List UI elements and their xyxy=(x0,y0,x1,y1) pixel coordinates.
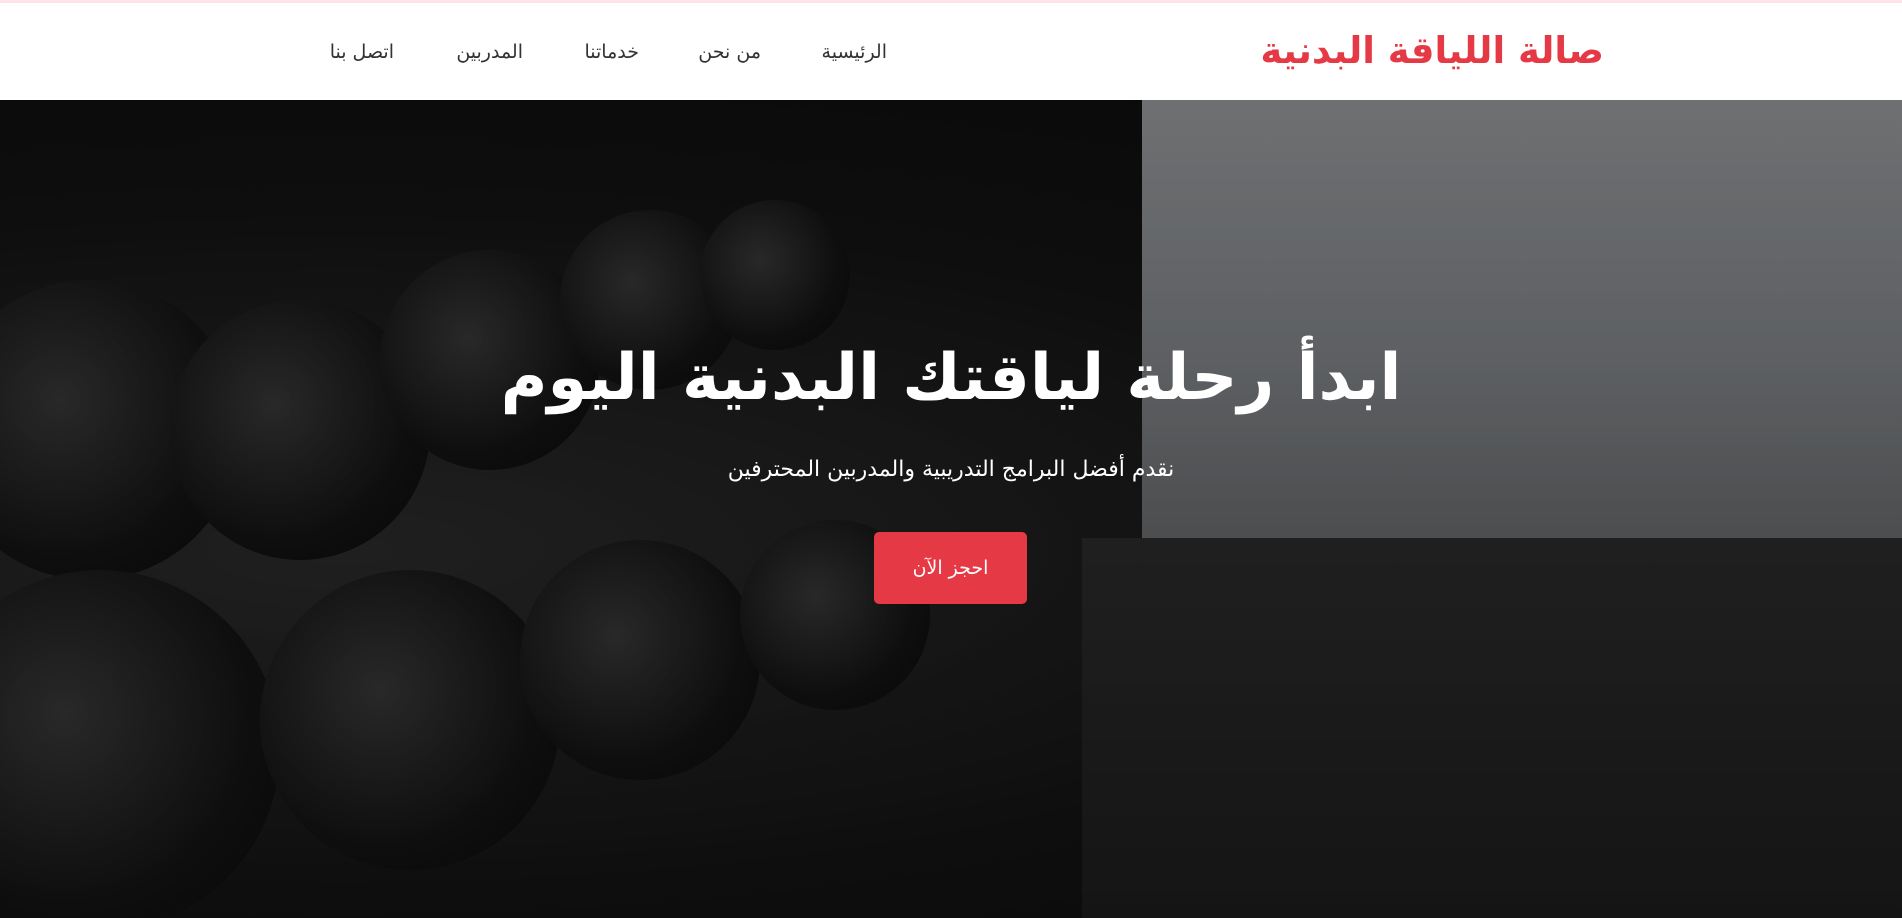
hero-dark-overlay xyxy=(0,100,1902,918)
navbar: صالة اللياقة البدنية الرئيسية من نحن خدم… xyxy=(0,3,1902,100)
nav-link-contact[interactable]: اتصل بنا xyxy=(330,41,394,64)
hero-section: ابدأ رحلة لياقتك البدنية اليوم نقدم أفضل… xyxy=(0,100,1902,918)
nav-menu: الرئيسية من نحن خدماتنا المدربين اتصل بن… xyxy=(0,41,1902,71)
nav-link-home[interactable]: الرئيسية xyxy=(822,41,887,64)
nav-link-about[interactable]: من نحن xyxy=(698,41,761,64)
nav-link-services[interactable]: خدماتنا xyxy=(585,41,640,64)
hero-subtitle: نقدم أفضل البرامج التدريبية والمدربين ال… xyxy=(727,457,1175,482)
hero-title: ابدأ رحلة لياقتك البدنية اليوم xyxy=(500,341,1402,415)
nav-link-trainers[interactable]: المدربين xyxy=(456,41,523,64)
book-now-button[interactable]: احجز الآن xyxy=(874,532,1027,604)
